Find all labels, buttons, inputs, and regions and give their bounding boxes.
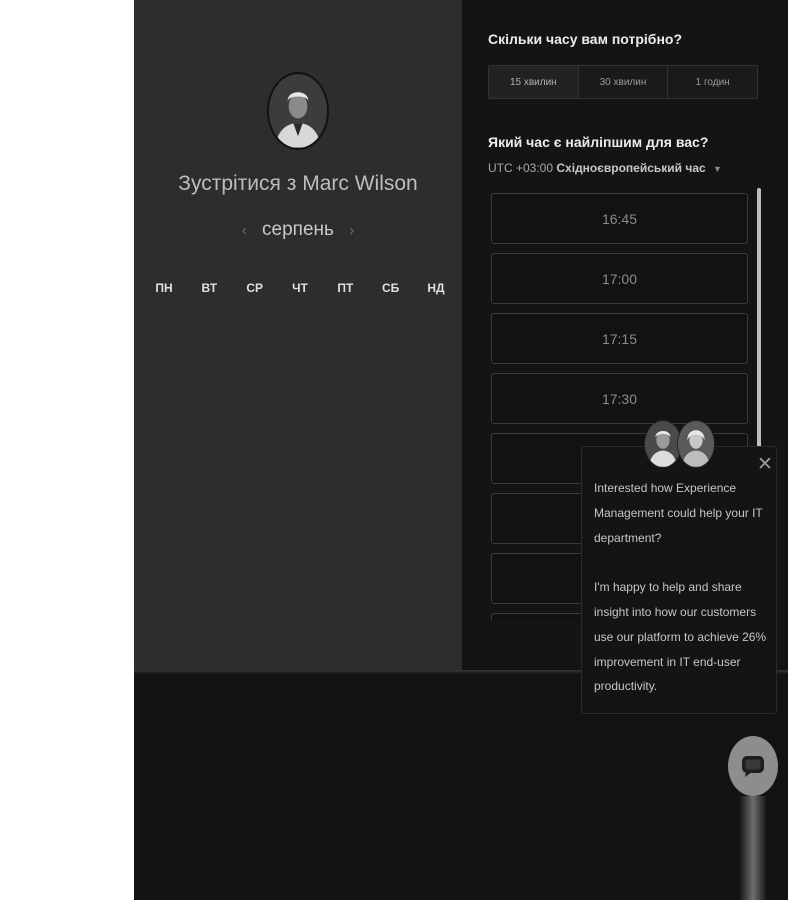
prev-month-button[interactable]: ‹ (242, 222, 247, 239)
weekday-label: ВТ (201, 281, 218, 295)
timezone-offset: UTC +03:00 (488, 161, 554, 175)
month-navigator: ‹ серпень › (134, 219, 462, 241)
chat-message: Interested how Experience Management cou… (594, 476, 770, 699)
agent-avatar-icon (677, 420, 715, 468)
weekday-label: ПН (155, 281, 173, 295)
time-slot[interactable]: 17:30 (491, 373, 748, 424)
weekday-label: СР (246, 281, 263, 295)
duration-option-30[interactable]: 30 хвилин (579, 66, 669, 98)
launcher-glow (739, 796, 767, 900)
weekday-header: ПН ВТ СР ЧТ ПТ СБ НД (140, 281, 460, 295)
chat-bubble-icon (742, 756, 764, 777)
time-slot[interactable]: 17:00 (491, 253, 748, 304)
next-month-button[interactable]: › (349, 222, 354, 239)
page: Зустрітися з Marc Wilson ‹ серпень › ПН … (0, 0, 800, 900)
time-title: Який час є найліпшим для вас? (488, 134, 709, 150)
chat-message-line: Interested how Experience Management cou… (594, 481, 763, 545)
timezone-selector[interactable]: UTC +03:00 Східноєвропейський час ▼ (488, 161, 722, 175)
meet-prefix: Зустрітися з (178, 172, 297, 195)
weekday-label: СБ (381, 281, 400, 295)
month-label: серпень (262, 219, 334, 240)
host-name: Marc Wilson (302, 172, 418, 195)
chat-message-line: I'm happy to help and share insight into… (594, 580, 767, 694)
host-avatar (267, 72, 329, 150)
meet-title: Зустрітися з Marc Wilson (134, 172, 462, 196)
weekday-label: НД (427, 281, 445, 295)
timezone-name: Східноєвропейський час (556, 161, 706, 175)
time-slot[interactable]: 16:45 (491, 193, 748, 244)
duration-selector: 15 хвилин 30 хвилин 1 годин (488, 65, 758, 99)
time-slot-scrollbar[interactable] (757, 188, 761, 448)
caret-down-icon: ▼ (713, 164, 722, 174)
weekday-label: ЧТ (292, 281, 308, 295)
time-slot[interactable]: 17:15 (491, 313, 748, 364)
close-icon[interactable]: ✕ (756, 455, 774, 475)
chat-agent-avatars (644, 420, 716, 470)
weekday-label: ПТ (337, 281, 354, 295)
duration-option-60[interactable]: 1 годин (668, 66, 757, 98)
duration-option-15[interactable]: 15 хвилин (489, 66, 579, 98)
person-photo-icon (269, 74, 327, 148)
duration-title: Скільки часу вам потрібно? (488, 31, 683, 47)
chat-launcher-button[interactable] (728, 736, 778, 796)
